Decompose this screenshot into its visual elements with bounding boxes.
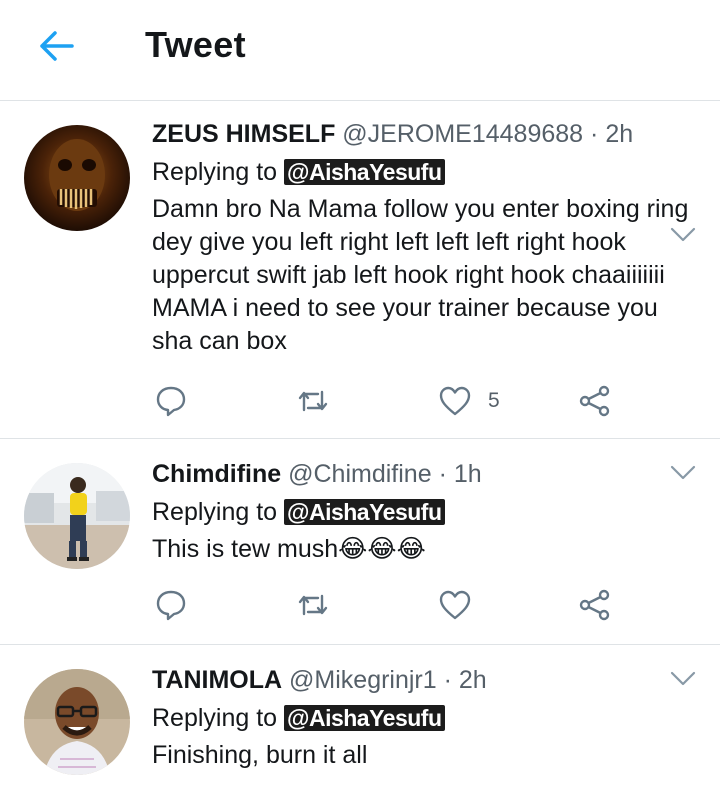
tweet-item[interactable]: Chimdifine @Chimdifine · 1h Replying to … [0, 439, 720, 645]
author-handle[interactable]: @Mikegrinjr1 [289, 666, 437, 694]
timestamp[interactable]: 2h [605, 120, 633, 148]
author-name[interactable]: TANIMOLA [152, 666, 282, 694]
reply-button[interactable] [154, 585, 188, 625]
tweet-text: Damn bro Na Mama follow you enter boxing… [152, 195, 689, 355]
share-button[interactable] [578, 585, 612, 625]
timestamp[interactable]: 2h [459, 666, 487, 694]
tweet-meta: TANIMOLA @Mikegrinjr1 · 2h [152, 665, 690, 695]
share-button[interactable] [578, 381, 612, 421]
replying-label: Replying to [152, 704, 278, 732]
retweet-button[interactable] [296, 381, 330, 421]
replying-to: Replying to @AishaYesufu [152, 497, 690, 527]
retweet-icon [298, 594, 328, 616]
author-handle[interactable]: @Chimdifine [288, 460, 431, 488]
tweet-meta: Chimdifine @Chimdifine · 1h [152, 459, 690, 489]
replying-label: Replying to [152, 498, 278, 526]
author-name[interactable]: Chimdifine [152, 460, 281, 488]
like-icon [439, 386, 471, 416]
replying-label: Replying to [152, 158, 278, 186]
reply-icon [156, 386, 186, 417]
tweet-item[interactable]: ZEUS HIMSELF @JEROME14489688 · 2h Replyi… [0, 101, 720, 439]
like-button[interactable] [438, 585, 488, 625]
tweet-text: This is tew mush😂😂😂 [152, 535, 426, 563]
tweet-item[interactable]: TANIMOLA @Mikegrinjr1 · 2h Replying to @… [0, 645, 720, 805]
mention-link[interactable]: @AishaYesufu [284, 499, 445, 525]
replying-to: Replying to @AishaYesufu [152, 703, 690, 733]
separator: · [438, 460, 447, 488]
share-icon [579, 385, 610, 417]
retweet-button[interactable] [296, 585, 330, 625]
action-bar: 5 [152, 381, 690, 421]
timestamp[interactable]: 1h [454, 460, 482, 488]
tweet-meta: ZEUS HIMSELF @JEROME14489688 · 2h [152, 119, 690, 149]
avatar[interactable] [24, 463, 130, 569]
author-handle[interactable]: @JEROME14489688 [342, 120, 583, 148]
like-button[interactable]: 5 [438, 381, 500, 421]
like-icon [439, 590, 471, 620]
page-title: Tweet [145, 24, 246, 65]
reply-button[interactable] [154, 381, 188, 421]
avatar[interactable] [24, 669, 130, 775]
replying-to: Replying to @AishaYesufu [152, 157, 690, 187]
separator: · [590, 120, 599, 148]
mention-link[interactable]: @AishaYesufu [284, 159, 445, 185]
separator: · [443, 666, 452, 694]
header: Tweet [0, 0, 720, 101]
mention-link[interactable]: @AishaYesufu [284, 705, 445, 731]
share-icon [579, 589, 610, 621]
action-bar [152, 585, 690, 625]
like-count: 5 [488, 389, 500, 412]
reply-icon [156, 590, 186, 621]
tweet-text: Finishing, burn it all [152, 741, 368, 769]
avatar[interactable] [24, 125, 130, 231]
back-arrow-icon[interactable] [36, 26, 76, 66]
retweet-icon [298, 390, 328, 412]
author-name[interactable]: ZEUS HIMSELF [152, 120, 335, 148]
